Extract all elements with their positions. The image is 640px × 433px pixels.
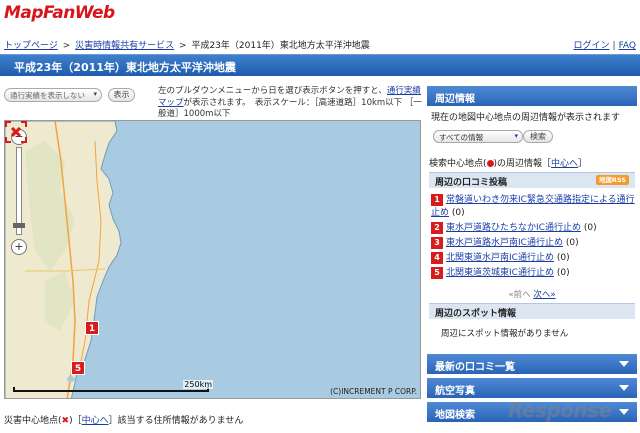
post-number: 5 bbox=[431, 267, 443, 279]
spots-text: 周辺にスポット情報がありません bbox=[441, 329, 569, 339]
top-links: ログイン | FAQ bbox=[574, 38, 637, 51]
pager: «前へ 次へ» bbox=[427, 288, 637, 300]
post-link[interactable]: 東水戸道路水戸南IC通行止め bbox=[446, 238, 563, 248]
breadcrumb: トップページ > 災害時情報共有サービス > 平成23年（2011年）東北地方太… bbox=[4, 38, 370, 51]
sidebar: 周辺情報 現在の地図中心地点の周辺情報が表示されます すべての情報 ▾ 検索 検… bbox=[427, 86, 637, 433]
scale-label: 250km bbox=[183, 380, 213, 389]
link-divider: | bbox=[612, 41, 616, 51]
zoom-slider-track[interactable] bbox=[16, 147, 22, 235]
breadcrumb-separator: > bbox=[62, 41, 71, 51]
disaster-center-label: 災害中心地点( bbox=[4, 416, 62, 426]
breadcrumb-separator: > bbox=[179, 41, 187, 51]
post-number: 2 bbox=[431, 222, 443, 234]
spots-title: 周辺のスポット情報 bbox=[435, 309, 517, 319]
traffic-record-select-value: 通行実績を表示しない bbox=[10, 91, 85, 100]
scale-bar bbox=[13, 387, 209, 392]
map-view[interactable]: − + 1 5 250km (C)INCREMENT P CORP. bbox=[4, 120, 421, 399]
search-button[interactable]: 検索 bbox=[523, 130, 553, 143]
map-controls: 通行実績を表示しない ▾ 表示 左のプルダウンメニューから日を選び表示ボタンを押… bbox=[4, 86, 424, 119]
disaster-center-bracket: )［ bbox=[69, 416, 82, 426]
faq-link[interactable]: FAQ bbox=[619, 41, 636, 51]
description-text: 左のプルダウンメニューから日を選び表示ボタンを押すと、 bbox=[158, 86, 387, 96]
show-button[interactable]: 表示 bbox=[108, 88, 135, 102]
breadcrumb-service[interactable]: 災害時情報共有サービス bbox=[75, 41, 174, 51]
sidebar-intro: 現在の地図中心地点の周辺情報が表示されます bbox=[431, 113, 621, 123]
traffic-record-select[interactable]: 通行実績を表示しない ▾ bbox=[4, 88, 102, 102]
post-item: 4 北関東道水戸南IC通行止め (0) bbox=[431, 252, 635, 265]
disaster-center-line: 災害中心地点(✖)［中心へ］該当する住所情報がありません bbox=[4, 413, 243, 426]
posts-title: 周辺の口コミ投稿 bbox=[435, 178, 508, 188]
post-count: (0) bbox=[451, 208, 465, 218]
zoom-slider-thumb[interactable] bbox=[13, 223, 25, 228]
response-watermark: Response bbox=[508, 398, 612, 422]
section-aerial-photo[interactable]: 航空写真 bbox=[427, 378, 637, 398]
breadcrumb-current: 平成23年（2011年）東北地方太平洋沖地震 bbox=[191, 41, 370, 51]
zoom-control: − + bbox=[11, 129, 29, 257]
login-link[interactable]: ログイン bbox=[574, 41, 610, 51]
post-item: 5 北関東道茨城東IC通行止め (0) bbox=[431, 267, 635, 280]
info-type-select-value: すべての情報 bbox=[439, 133, 484, 142]
post-number: 4 bbox=[431, 252, 443, 264]
search-center-label: 検索中心地点( bbox=[429, 159, 487, 169]
post-link[interactable]: 東水戸道路ひたちなかIC通行止め bbox=[446, 223, 581, 233]
rss-badge[interactable]: 地図RSS bbox=[595, 175, 629, 185]
description-text-2: が表示されます。 表示スケール：［高速道路］10km以下 ［一般道］1000m以… bbox=[158, 97, 422, 120]
post-count: (0) bbox=[556, 253, 570, 263]
pager-next[interactable]: 次へ» bbox=[533, 290, 555, 300]
pin-icon bbox=[486, 160, 494, 167]
post-count: (0) bbox=[556, 268, 570, 278]
post-count: (0) bbox=[583, 223, 597, 233]
post-link[interactable]: 北関東道茨城東IC通行止め bbox=[446, 268, 554, 278]
map-terrain bbox=[5, 121, 122, 398]
pager-prev: «前へ bbox=[508, 290, 531, 300]
sidebar-center-link[interactable]: 中心へ bbox=[551, 159, 578, 169]
post-item: 1 常磐道いわき勿来IC緊急交通路指定による通行止め (0) bbox=[431, 194, 635, 220]
header: MapFanWeb bbox=[0, 0, 640, 32]
post-item: 3 東水戸道路水戸南IC通行止め (0) bbox=[431, 237, 635, 250]
breadcrumb-bar: トップページ > 災害時情報共有サービス > 平成23年（2011年）東北地方太… bbox=[0, 36, 640, 52]
map-marker-1[interactable]: 1 bbox=[85, 321, 99, 335]
red-x-icon: ✖ bbox=[61, 416, 70, 426]
sidebar-title: 周辺情報 bbox=[427, 86, 637, 106]
post-count: (0) bbox=[565, 238, 579, 248]
post-item: 2 東水戸道路ひたちなかIC通行止め (0) bbox=[431, 222, 635, 235]
page-title-bar: 平成23年（2011年）東北地方太平洋沖地震 bbox=[0, 54, 640, 76]
info-type-select[interactable]: すべての情報 ▾ bbox=[433, 130, 523, 143]
search-center-text: )の周辺情報［ bbox=[493, 159, 552, 169]
disaster-center-note: ］該当する住所情報がありません bbox=[108, 416, 244, 426]
map-marker-5[interactable]: 5 bbox=[71, 361, 85, 375]
disaster-center-icon bbox=[5, 121, 27, 143]
post-link[interactable]: 北関東道水戸南IC通行止め bbox=[446, 253, 554, 263]
section-latest-posts[interactable]: 最新の口コミ一覧 bbox=[427, 354, 637, 374]
center-link[interactable]: 中心へ bbox=[82, 416, 109, 426]
map-copyright: (C)INCREMENT P CORP. bbox=[330, 387, 417, 396]
chevron-down-icon: ▾ bbox=[514, 132, 518, 140]
spots-header: 周辺のスポット情報 bbox=[429, 303, 635, 319]
posts-header: 周辺の口コミ投稿 地図RSS bbox=[429, 172, 635, 188]
map-description: 左のプルダウンメニューから日を選び表示ボタンを押すと、通行実績マップが表示されま… bbox=[158, 86, 426, 121]
search-center-line: 検索中心地点( )の周辺情報［中心へ］ bbox=[427, 156, 637, 169]
map-scale: 250km bbox=[13, 380, 213, 396]
post-number: 1 bbox=[431, 194, 443, 206]
chevron-down-icon: ▾ bbox=[93, 90, 97, 98]
zoom-in-icon[interactable]: + bbox=[11, 239, 27, 255]
post-number: 3 bbox=[431, 237, 443, 249]
page-title: 平成23年（2011年）東北地方太平洋沖地震 bbox=[14, 61, 236, 74]
search-center-end: ］ bbox=[578, 159, 588, 169]
breadcrumb-top[interactable]: トップページ bbox=[4, 41, 58, 51]
mapfan-logo[interactable]: MapFanWeb bbox=[4, 3, 115, 23]
